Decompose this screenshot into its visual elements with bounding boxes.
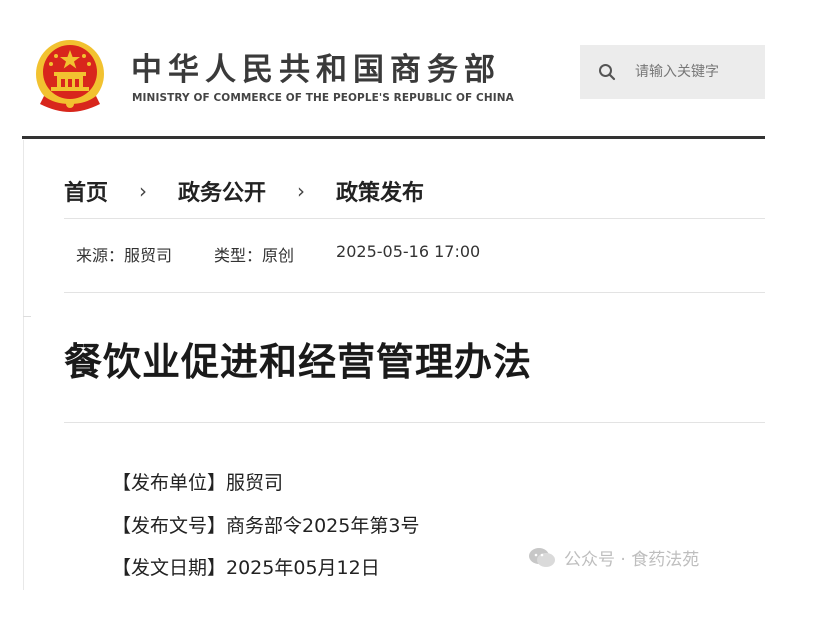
- chevron-right-icon: ›: [297, 179, 306, 203]
- search-icon[interactable]: [598, 63, 616, 81]
- frame-tick: [23, 316, 31, 317]
- search-input[interactable]: [635, 45, 760, 99]
- breadcrumb: 首页 › 政务公开 › 政策发布: [64, 175, 424, 207]
- divider: [64, 292, 765, 293]
- document-number: 【发布文号】商务部令2025年第3号: [112, 515, 420, 537]
- divider: [64, 422, 765, 423]
- issue-date: 【发文日期】2025年05月12日: [112, 557, 380, 579]
- content-frame-line: [23, 140, 24, 590]
- breadcrumb-policy-release-link[interactable]: 政策发布: [336, 175, 424, 207]
- article-meta: 来源：服贸司 类型：原创 2025-05-16 17:00: [76, 242, 522, 266]
- wechat-icon: [529, 547, 555, 567]
- site-title-english: MINISTRY OF COMMERCE OF THE PEOPLE'S REP…: [132, 92, 514, 104]
- article-type: 类型：原创: [214, 246, 295, 265]
- breadcrumb-home-link[interactable]: 首页: [64, 175, 108, 207]
- search-box[interactable]: [580, 45, 765, 99]
- site-title-chinese: 中华人民共和国商务部: [131, 52, 501, 88]
- issuing-unit: 【发布单位】服贸司: [112, 472, 284, 494]
- article-title: 餐饮业促进和经营管理办法: [64, 340, 533, 384]
- national-emblem-logo: [36, 40, 104, 112]
- article-datetime: 2025-05-16 17:00: [336, 242, 481, 261]
- header-divider: [22, 136, 765, 139]
- chevron-right-icon: ›: [139, 179, 148, 203]
- breadcrumb-open-affairs-link[interactable]: 政务公开: [178, 175, 266, 207]
- watermark: 公众号 · 食药法苑: [528, 545, 699, 570]
- article-source: 来源：服贸司: [76, 246, 173, 265]
- divider: [64, 218, 765, 219]
- watermark-text: 公众号 · 食药法苑: [564, 550, 700, 570]
